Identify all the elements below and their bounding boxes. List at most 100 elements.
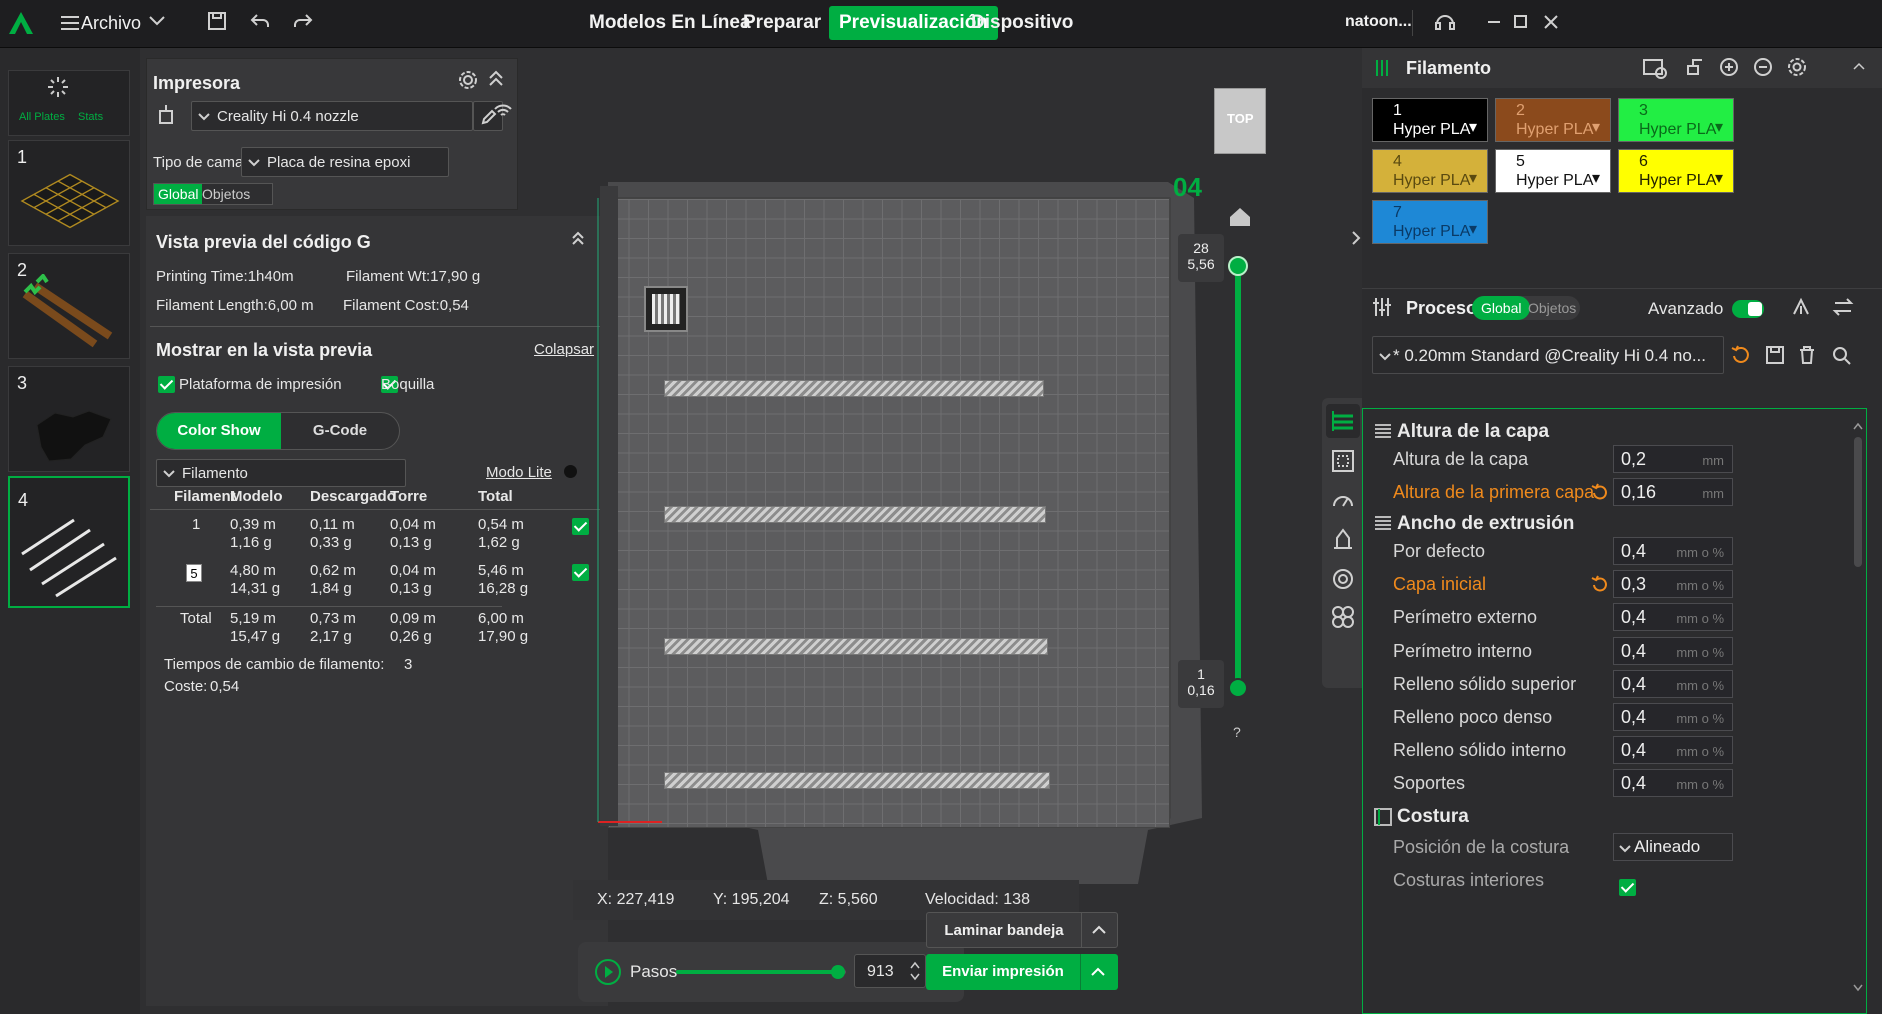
setting-input[interactable]: 0,16 mm xyxy=(1613,478,1733,506)
advanced-toggle[interactable] xyxy=(1732,300,1764,318)
color-show-button[interactable]: Color Show xyxy=(157,413,281,449)
platform-checkbox[interactable] xyxy=(158,376,175,393)
compare-icon[interactable] xyxy=(1832,296,1854,318)
collapse-up-icon[interactable] xyxy=(487,69,505,89)
play-icon[interactable] xyxy=(594,958,622,986)
row-visibility-checkbox[interactable] xyxy=(572,518,589,535)
save-icon[interactable] xyxy=(1764,344,1786,366)
chevron-down-icon[interactable] xyxy=(148,14,166,28)
setting-input[interactable]: 0,3 mm o % xyxy=(1613,570,1733,599)
maximize-icon[interactable] xyxy=(1513,14,1529,30)
setting-input[interactable]: 0,4 mm o % xyxy=(1613,736,1733,765)
filament-slot-2[interactable]: 2 Hyper PLA ▾ xyxy=(1495,98,1611,142)
dropdown-caret-icon[interactable]: ▾ xyxy=(1592,169,1600,188)
gear-icon[interactable] xyxy=(457,69,479,91)
setting-input[interactable]: 0,4 mm o % xyxy=(1613,636,1733,665)
tab-global[interactable]: Global xyxy=(1472,296,1531,320)
filament-slot-7[interactable]: 7 Hyper PLA ▾ xyxy=(1372,200,1488,244)
dropdown-caret-icon[interactable]: ▾ xyxy=(1469,169,1477,188)
trash-icon[interactable] xyxy=(1796,344,1818,366)
gear-icon[interactable] xyxy=(1786,56,1808,78)
filament-slot-1[interactable]: 1 Hyper PLA ▾ xyxy=(1372,98,1488,142)
all-plates-button[interactable]: All Plates Stats xyxy=(8,70,130,136)
tab-online-models[interactable]: Modelos En Línea xyxy=(589,12,751,34)
close-icon[interactable] xyxy=(1543,14,1559,30)
filament-slot-5[interactable]: 5 Hyper PLA ▾ xyxy=(1495,149,1611,193)
add-circle-icon[interactable] xyxy=(1718,56,1740,78)
collapse-up-icon[interactable] xyxy=(570,230,586,248)
reset-orange-icon[interactable] xyxy=(1730,344,1752,366)
stepper-arrows-icon[interactable] xyxy=(909,959,921,983)
steps-slider-handle[interactable] xyxy=(830,965,845,979)
plate-thumbnail-2[interactable]: 2 xyxy=(8,253,130,359)
setting-input[interactable]: 0,4 mm o % xyxy=(1613,703,1733,731)
scrollbar[interactable] xyxy=(1851,419,1865,995)
filament-slot-4[interactable]: 4 Hyper PLA ▾ xyxy=(1372,149,1488,193)
layers-view-icon[interactable] xyxy=(1330,408,1356,434)
collapse-up-icon[interactable] xyxy=(1852,60,1866,74)
dropdown-caret-icon[interactable]: ▾ xyxy=(1469,220,1477,239)
collapse-link[interactable]: Colapsar xyxy=(534,341,594,358)
layer-slider-top-handle[interactable] xyxy=(1228,256,1248,276)
send-print-button[interactable]: Enviar impresión xyxy=(926,954,1118,990)
slice-plate-button[interactable]: Laminar bandeja xyxy=(926,912,1118,948)
layer-slider-bottom-handle[interactable] xyxy=(1228,678,1248,698)
chevron-up-icon[interactable] xyxy=(1091,923,1107,937)
redo-icon[interactable] xyxy=(292,11,314,31)
tune-icon[interactable] xyxy=(1790,296,1812,318)
speed-gauge-icon[interactable] xyxy=(1330,488,1356,514)
layer-slider-track[interactable] xyxy=(1235,260,1241,690)
home-icon[interactable] xyxy=(1228,206,1252,228)
save-icon[interactable] xyxy=(207,11,227,31)
dropdown-caret-icon[interactable]: ▾ xyxy=(1469,118,1477,137)
plate-thumbnail-4[interactable]: 4 xyxy=(8,476,130,608)
steps-input[interactable]: 913 xyxy=(854,954,926,988)
plate-thumbnail-1[interactable]: 1 xyxy=(8,140,130,246)
setting-input[interactable]: 0,4 mm o % xyxy=(1613,603,1733,632)
dropdown-caret-icon[interactable]: ▾ xyxy=(1715,169,1723,188)
support-headset-icon[interactable] xyxy=(1433,10,1457,34)
scrollbar-thumb[interactable] xyxy=(1854,437,1862,567)
inner-seams-checkbox[interactable] xyxy=(1619,879,1636,896)
tab-objects[interactable]: Objetos xyxy=(202,186,250,202)
remove-circle-icon[interactable] xyxy=(1752,56,1774,78)
tab-prepare[interactable]: Preparar xyxy=(743,12,821,34)
row-visibility-checkbox[interactable] xyxy=(572,564,589,581)
scroll-up-icon[interactable] xyxy=(1852,421,1864,431)
color-scheme-select[interactable]: Filamento xyxy=(156,459,406,487)
fan-icon[interactable] xyxy=(1330,604,1356,630)
setting-input[interactable]: 0,2 mm xyxy=(1613,445,1733,473)
setting-input[interactable]: 0,4 mm o % xyxy=(1613,669,1733,698)
filament-slot-6[interactable]: 6 Hyper PLA ▾ xyxy=(1618,149,1734,193)
plate-thumbnail-3[interactable]: 3 xyxy=(8,366,130,472)
minimize-icon[interactable] xyxy=(1486,14,1502,30)
user-name[interactable]: natoon... xyxy=(1345,13,1412,31)
setting-input[interactable]: 0,4 mm o % xyxy=(1613,769,1733,798)
undo-icon[interactable] xyxy=(249,11,271,31)
ams-sync-icon[interactable] xyxy=(1642,56,1668,80)
tab-objects[interactable]: Objetos xyxy=(1528,300,1576,316)
wifi-icon[interactable] xyxy=(493,102,513,120)
steps-slider-track[interactable] xyxy=(676,965,846,979)
lite-mode-toggle[interactable] xyxy=(564,465,577,478)
seam-position-select[interactable]: Alineado xyxy=(1613,833,1733,861)
tab-global[interactable]: Global xyxy=(154,184,203,204)
tab-device[interactable]: Dispositivo xyxy=(971,12,1073,34)
reset-value-icon[interactable] xyxy=(1591,483,1609,501)
support-view-icon[interactable] xyxy=(1330,526,1356,552)
search-icon[interactable] xyxy=(1830,344,1852,366)
filament-slot-3[interactable]: 3 Hyper PLA ▾ xyxy=(1618,98,1734,142)
stats-label[interactable]: Stats xyxy=(78,111,103,123)
grid-view-icon[interactable] xyxy=(1330,448,1356,474)
gcode-button[interactable]: G-Code xyxy=(281,413,399,449)
view-cube[interactable]: TOP xyxy=(1214,88,1266,154)
spray-icon[interactable] xyxy=(1684,56,1706,78)
bed-type-select[interactable]: Placa de resina epoxi xyxy=(241,147,449,177)
help-button[interactable]: ? xyxy=(1233,724,1241,740)
lite-mode-link[interactable]: Modo Lite xyxy=(486,464,552,481)
reset-value-icon[interactable] xyxy=(1591,575,1609,593)
dropdown-caret-icon[interactable]: ▾ xyxy=(1715,118,1723,137)
process-preset-select[interactable]: * 0.20mm Standard @Creality Hi 0.4 no... xyxy=(1372,336,1724,374)
chevron-up-icon[interactable] xyxy=(1090,965,1106,979)
scroll-down-icon[interactable] xyxy=(1852,983,1864,993)
